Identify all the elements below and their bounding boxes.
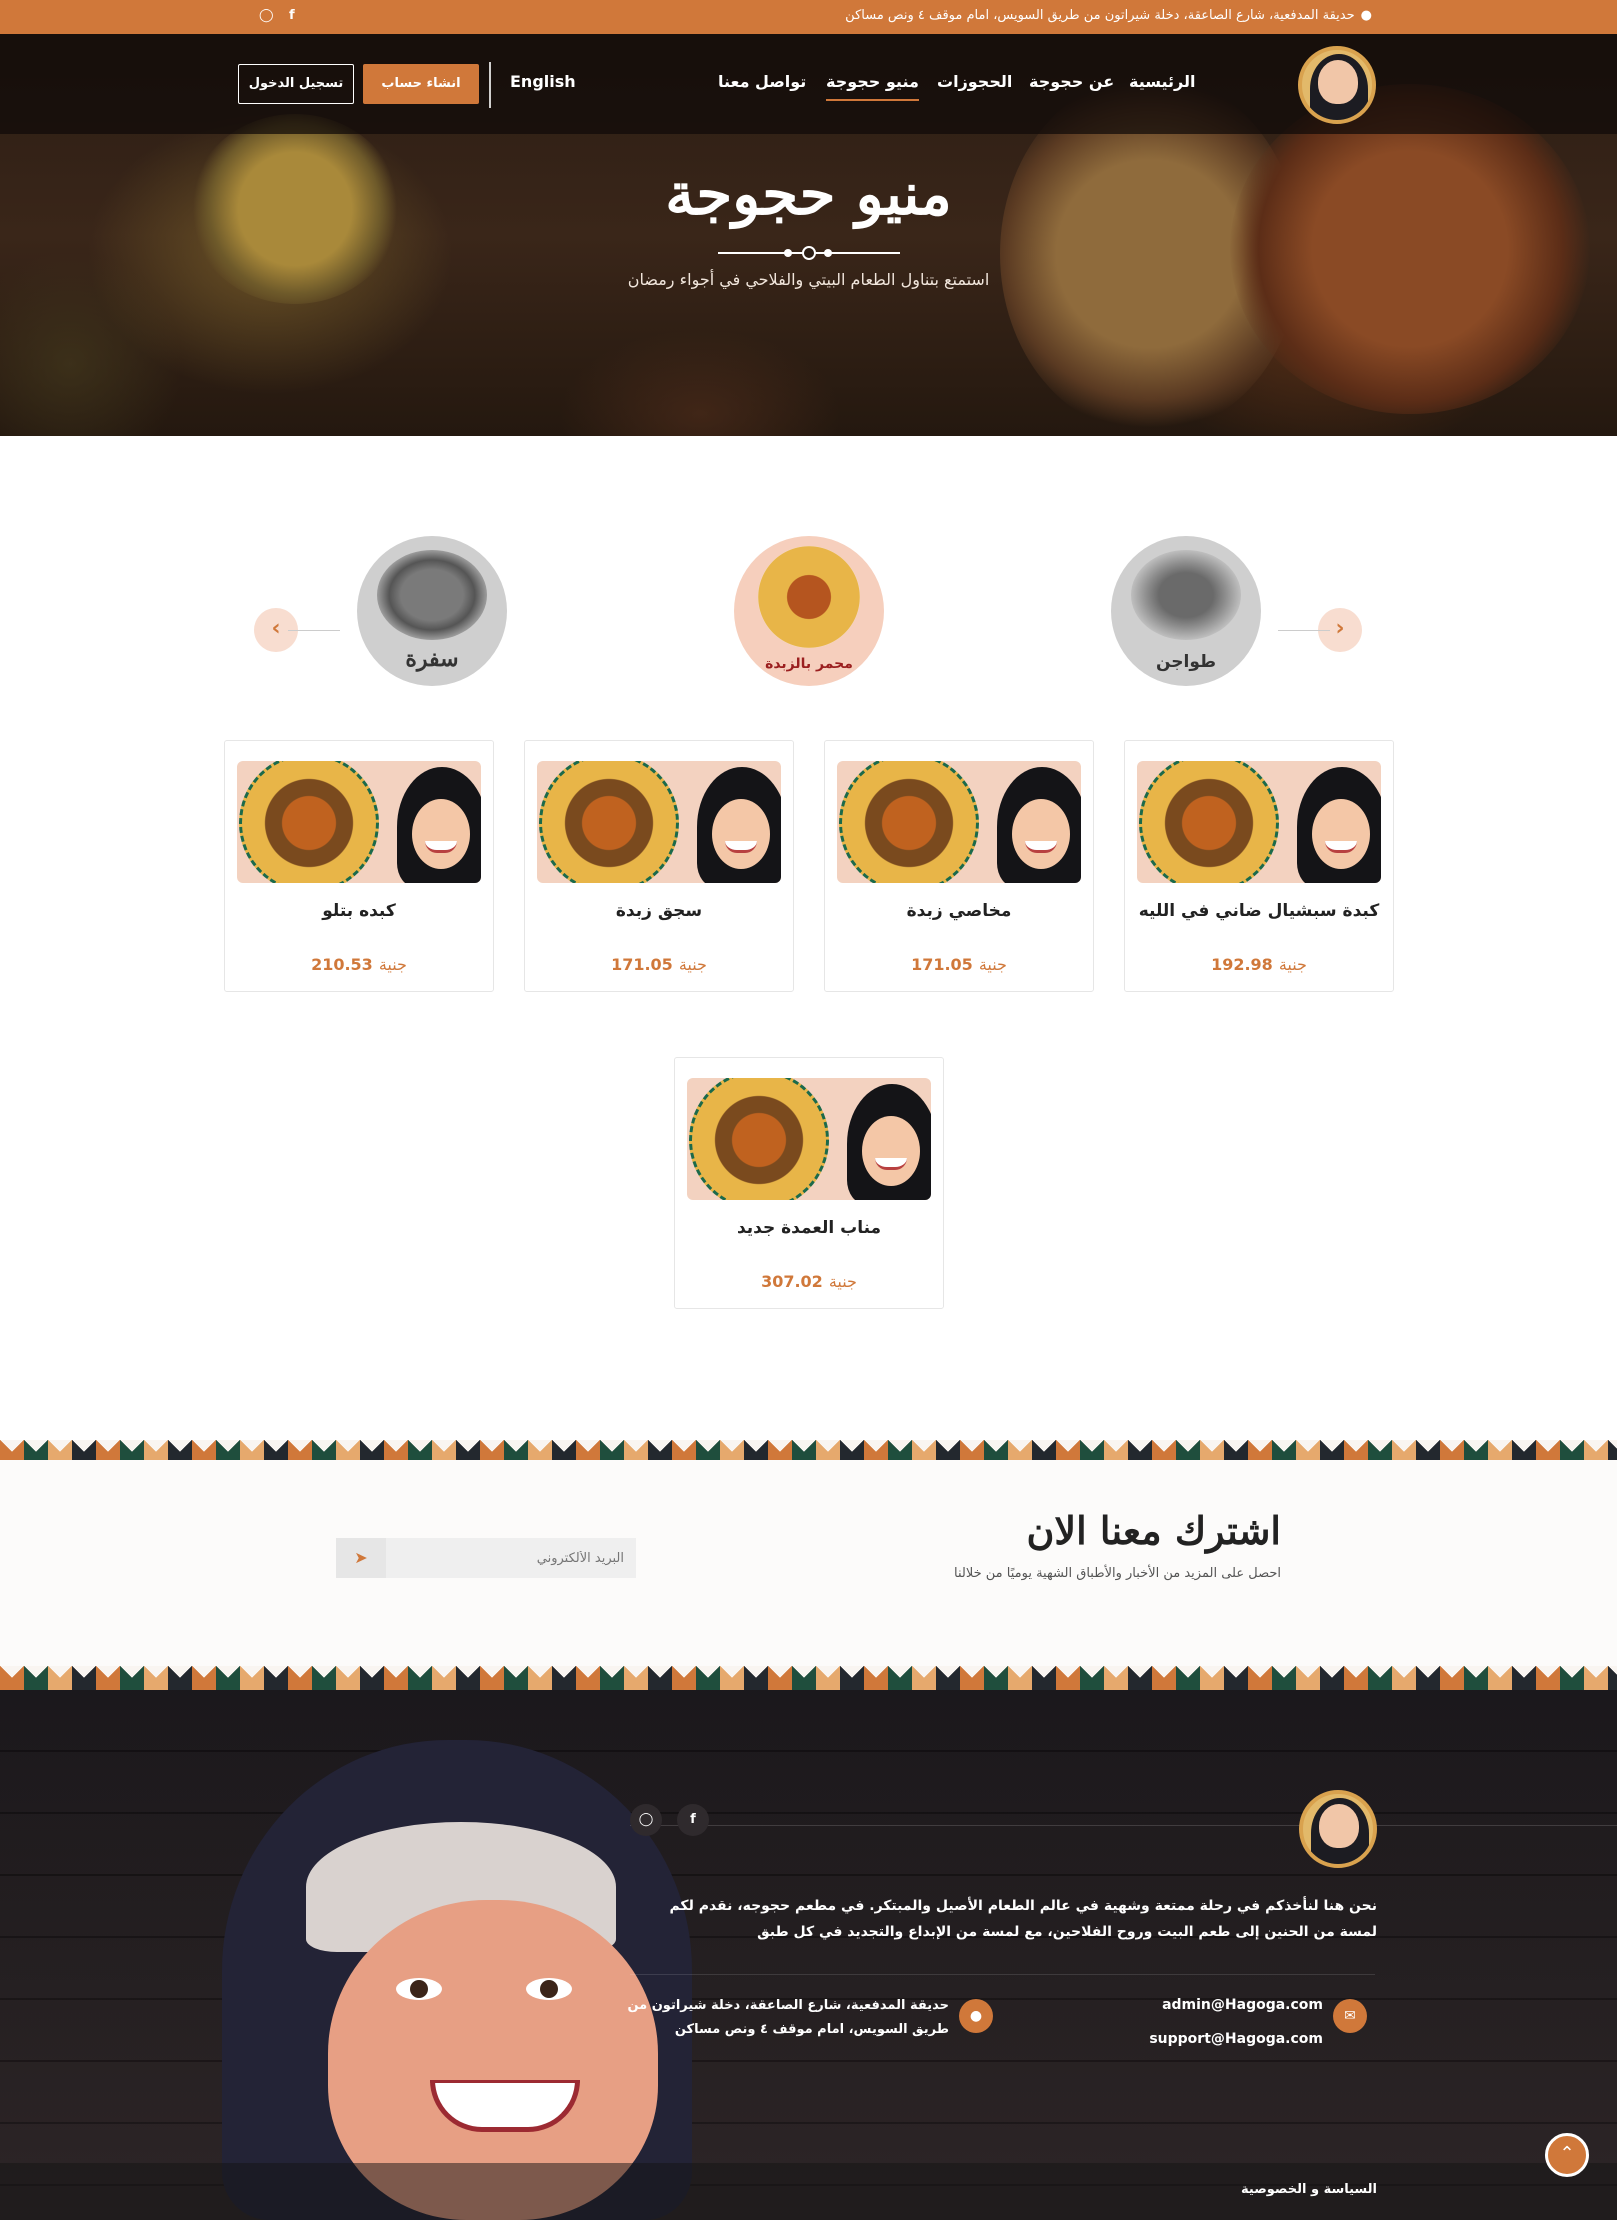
product-card[interactable]: مخاصي زبدة جنية171.05 bbox=[824, 740, 1094, 992]
footer-logo[interactable] bbox=[1299, 1790, 1377, 1868]
instagram-icon[interactable]: ◯ bbox=[259, 8, 274, 23]
envelope-icon: ✉ bbox=[1333, 1999, 1367, 2033]
product-price: جنية210.53 bbox=[311, 955, 407, 974]
slider-line-left bbox=[288, 630, 340, 631]
page-title: منيو حجوجة bbox=[665, 160, 952, 228]
footer-top-line bbox=[630, 1825, 1617, 1826]
login-button[interactable]: تسجيل الدخول bbox=[238, 64, 354, 104]
category-tawajen[interactable]: طواجن bbox=[1111, 536, 1261, 686]
location-icon: ● bbox=[959, 1999, 993, 2033]
product-card[interactable]: مناب العمدة جديد جنية307.02 bbox=[674, 1057, 944, 1309]
category-mohamar[interactable]: محمر بالزبدة bbox=[734, 536, 884, 686]
site-logo[interactable] bbox=[1298, 46, 1376, 124]
footer-character-eye bbox=[526, 1978, 572, 2000]
product-image bbox=[537, 761, 781, 883]
product-price: جنية171.05 bbox=[911, 955, 1007, 974]
subscribe-section bbox=[0, 1460, 1617, 1666]
subscribe-text: احصل على المزيد من الأخبار والأطباق الشه… bbox=[954, 1566, 1281, 1581]
nav-home[interactable]: الرئيسية bbox=[1129, 72, 1196, 91]
product-name: سجق زبدة bbox=[615, 901, 703, 921]
footer-instagram-icon[interactable]: ◯ bbox=[630, 1804, 662, 1836]
subscribe-email-input[interactable] bbox=[386, 1538, 636, 1578]
top-address-text: حديقة المدفعية، شارع الصاعقة، دخلة شيرات… bbox=[845, 8, 1355, 23]
category-image bbox=[758, 546, 860, 648]
nav-about[interactable]: عن حجوجة bbox=[1029, 72, 1114, 91]
language-switch[interactable]: English bbox=[510, 72, 576, 91]
product-name: مناب العمدة جديد bbox=[736, 1218, 882, 1238]
pattern-strip-bottom bbox=[0, 1666, 1617, 1690]
product-price: جنية192.98 bbox=[1211, 955, 1307, 974]
footer-email-admin[interactable]: admin@Hagoga.com bbox=[1162, 1997, 1323, 2013]
product-card[interactable]: كبدة سبشيال ضاني في الليه جنية192.98 bbox=[1124, 740, 1394, 992]
footer-email-support[interactable]: support@Hagoga.com bbox=[1149, 2031, 1323, 2047]
footer-about-text: نحن هنا لنأخذكم في رحلة ممتعة وشهية في ع… bbox=[669, 1898, 1377, 1940]
category-label: طواجن bbox=[1155, 652, 1217, 672]
category-image bbox=[1131, 550, 1241, 640]
subscribe-title: اشترك معنا الان bbox=[1026, 1508, 1281, 1553]
product-image bbox=[687, 1078, 931, 1200]
category-sofra[interactable]: سفرة bbox=[357, 536, 507, 686]
category-label: سفرة bbox=[405, 646, 459, 672]
product-image bbox=[237, 761, 481, 883]
category-image bbox=[377, 550, 487, 640]
title-ornament bbox=[718, 246, 900, 260]
top-address: ● حديقة المدفعية، شارع الصاعقة، دخلة شيرا… bbox=[845, 8, 1372, 23]
privacy-policy-link[interactable]: السياسة و الخصوصية bbox=[1241, 2182, 1377, 2197]
location-pin-icon: ● bbox=[1360, 8, 1372, 23]
product-name: كبدة سبشيال ضاني في الليه bbox=[1138, 901, 1380, 921]
top-info-bar: ◯ f ● حديقة المدفعية، شارع الصاعقة، دخلة … bbox=[0, 0, 1617, 34]
product-card[interactable]: سجق زبدة جنية171.05 bbox=[524, 740, 794, 992]
nav-menu[interactable]: منيو حجوجة bbox=[826, 72, 919, 101]
nav-divider bbox=[489, 62, 491, 108]
register-button[interactable]: انشاء حساب bbox=[363, 64, 479, 104]
footer-separator bbox=[630, 1974, 1375, 1975]
product-price: جنية307.02 bbox=[761, 1272, 857, 1291]
slider-line-right bbox=[1278, 630, 1330, 631]
product-name: كبده بتلو bbox=[322, 901, 396, 921]
nav-reservations[interactable]: الحجوزات bbox=[937, 72, 1012, 91]
facebook-icon[interactable]: f bbox=[289, 8, 295, 23]
product-price: جنية171.05 bbox=[611, 955, 707, 974]
send-icon[interactable]: ➤ bbox=[336, 1538, 386, 1578]
page-subtitle: استمتع بتناول الطعام البيتي والفلاحي في … bbox=[627, 270, 990, 289]
footer-facebook-icon[interactable]: f bbox=[677, 1804, 709, 1836]
product-image bbox=[837, 761, 1081, 883]
category-label: محمر بالزبدة bbox=[765, 656, 853, 672]
scroll-to-top-button[interactable]: ⌃ bbox=[1545, 2133, 1589, 2177]
product-name: مخاصي زبدة bbox=[906, 901, 1012, 921]
footer-address: حديقة المدفعية، شارع الصاعقة، دخلة شيرات… bbox=[627, 1998, 949, 2037]
footer-character-eye bbox=[396, 1978, 442, 2000]
nav-contact[interactable]: تواصل معنا bbox=[718, 72, 806, 91]
product-card[interactable]: كبده بتلو جنية210.53 bbox=[224, 740, 494, 992]
product-image bbox=[1137, 761, 1381, 883]
